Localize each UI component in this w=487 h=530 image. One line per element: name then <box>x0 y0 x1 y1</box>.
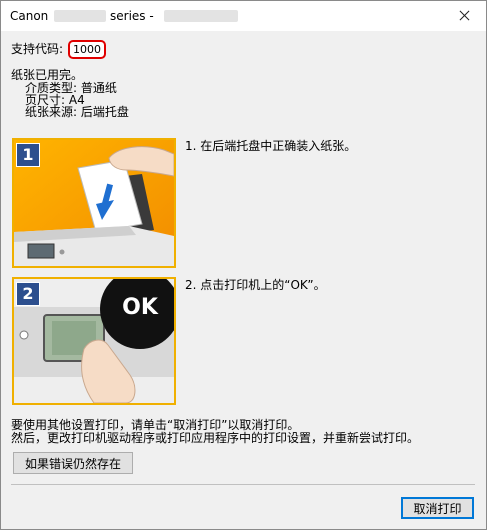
instruction-line-1: 要使用其他设置打印，请单击“取消打印”以取消打印。 <box>11 418 300 432</box>
redacted-model-name <box>54 10 106 22</box>
step-2-badge: 2 <box>16 282 40 306</box>
step-1-illustration: 1 <box>12 138 176 268</box>
title-bar[interactable]: Canon series - <box>1 1 486 31</box>
step-2-text: 2. 点击打印机上的“OK”。 <box>185 278 326 292</box>
instruction-line-2: 然后，更改打印机驱动程序或打印应用程序中的打印设置，并重新尝试打印。 <box>11 431 420 445</box>
redacted-device-name <box>164 10 238 22</box>
window-title-prefix: Canon <box>10 9 49 23</box>
support-code-label: 支持代码: <box>11 42 64 56</box>
step-1-badge: 1 <box>16 143 40 167</box>
if-error-persists-button[interactable]: 如果错误仍然存在 <box>13 452 133 474</box>
paper-source-line: 纸张来源: 后端托盘 <box>25 105 129 119</box>
window-title-model: series - <box>110 9 154 23</box>
ok-label: OK <box>122 295 158 320</box>
printer-error-window: Canon series - 支持代码: 1000 纸张已用完。 介质类型: 普… <box>0 0 487 530</box>
cancel-print-button[interactable]: 取消打印 <box>401 497 474 519</box>
close-window-button[interactable] <box>442 1 486 31</box>
separator <box>11 484 475 485</box>
paper-out-heading: 纸张已用完。 <box>11 68 84 82</box>
support-code-value: 1000 <box>68 40 106 59</box>
step-1-text: 1. 在后端托盘中正确装入纸张。 <box>185 139 357 153</box>
step-2-illustration: OK 2 <box>12 277 176 405</box>
